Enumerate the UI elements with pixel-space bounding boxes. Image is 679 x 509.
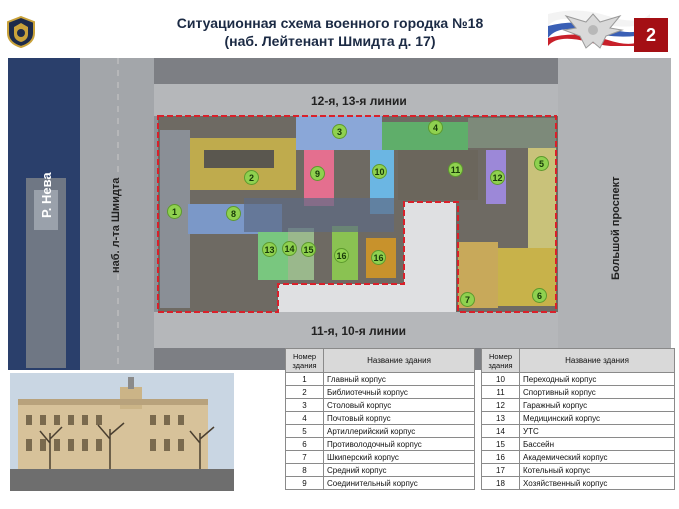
building-number-cell: 10: [481, 372, 520, 386]
building-marker-12[interactable]: 12: [490, 170, 505, 185]
navy-emblem-icon: [7, 16, 35, 48]
embankment-label: наб. л-та Шмидта: [110, 177, 122, 273]
table-row: 2 Библиотечный корпус: [285, 385, 475, 399]
header-building-number: Номер здания: [285, 348, 324, 373]
building-number-cell: 14: [481, 424, 520, 438]
building-marker-6[interactable]: 6: [532, 288, 547, 303]
header-building-name: Название здания: [323, 348, 475, 373]
building-number-cell: 3: [285, 398, 324, 412]
building-name-cell: Спортивный корпус: [519, 385, 675, 399]
building-name-cell: Переходный корпус: [519, 372, 675, 386]
table-row: 13 Медицинский корпус: [481, 411, 675, 425]
north-block: [154, 58, 558, 84]
building-number-cell: 9: [285, 476, 324, 490]
building-number-cell: 7: [285, 450, 324, 464]
building-name-cell: Средний корпус: [323, 463, 475, 477]
building-marker-1[interactable]: 1: [167, 204, 182, 219]
table-row: 15 Бассейн: [481, 437, 675, 451]
river-label: Р. Нева: [39, 172, 54, 218]
table-row: 7 Шкиперский корпус: [285, 450, 475, 464]
building-marker-3[interactable]: 3: [332, 124, 347, 139]
page-title: Ситуационная схема военного городка №18 …: [150, 14, 510, 50]
building-marker-13[interactable]: 13: [262, 242, 277, 257]
building-name-cell: Главный корпус: [323, 372, 475, 386]
table-row: 1 Главный корпус: [285, 372, 475, 386]
buildings-table-left: Номер здания Название здания 1 Главный ко…: [285, 348, 475, 490]
table-row: 5 Артиллерийский корпус: [285, 424, 475, 438]
building-name-cell: Почтовый корпус: [323, 411, 475, 425]
table-row: 16 Академический корпус: [481, 450, 675, 464]
building-name-cell: Столовый корпус: [323, 398, 475, 412]
buildings-table-right: Номер здания Название здания 10 Переходны…: [481, 348, 675, 490]
building-name-cell: Библиотечный корпус: [323, 385, 475, 399]
building-name-cell: Медицинский корпус: [519, 411, 675, 425]
table-row: 12 Гаражный корпус: [481, 398, 675, 412]
building-marker-16b[interactable]: 16: [371, 250, 386, 265]
building-marker-8[interactable]: 8: [226, 206, 241, 221]
eagle-emblem-icon: [562, 13, 624, 49]
building-number-cell: 12: [481, 398, 520, 412]
connector-roofs: [244, 198, 394, 232]
building-marker-10[interactable]: 10: [372, 164, 387, 179]
building-marker-15[interactable]: 15: [301, 242, 316, 257]
table-row: 18 Хозяйственный корпус: [481, 476, 675, 490]
building-marker-16a[interactable]: 16: [334, 248, 349, 263]
title-line-1: Ситуационная схема военного городка №18: [176, 15, 484, 31]
building-name-cell: Артиллерийский корпус: [323, 424, 475, 438]
building-number-cell: 18: [481, 476, 520, 490]
slide-header: Ситуационная схема военного городка №18 …: [0, 0, 679, 56]
header-building-name: Название здания: [519, 348, 675, 373]
building-marker-4[interactable]: 4: [428, 120, 443, 135]
building-name-cell: УТС: [519, 424, 675, 438]
prospect-label: Большой проспект: [610, 176, 622, 280]
building-number-cell: 2: [285, 385, 324, 399]
building-6: [498, 248, 556, 306]
building-4: [382, 122, 468, 150]
building-number-cell: 6: [285, 437, 324, 451]
situation-map: 12-я, 13-я линии 11-я, 10-я линии Р. Нев…: [8, 58, 671, 370]
table-row: 4 Почтовый корпус: [285, 411, 475, 425]
building-name-cell: Гаражный корпус: [519, 398, 675, 412]
table-row: 6 Противолодочный корпус: [285, 437, 475, 451]
building-marker-5[interactable]: 5: [534, 156, 549, 171]
building-photo: [10, 373, 234, 491]
building-marker-9[interactable]: 9: [310, 166, 325, 181]
building-marker-2[interactable]: 2: [244, 170, 259, 185]
page-number-badge: 2: [634, 18, 668, 52]
building-number-cell: 1: [285, 372, 324, 386]
building-number-cell: 8: [285, 463, 324, 477]
building-number-cell: 4: [285, 411, 324, 425]
building-marker-11[interactable]: 11: [448, 162, 463, 177]
building-name-cell: Академический корпус: [519, 450, 675, 464]
building-number-cell: 17: [481, 463, 520, 477]
header-building-number: Номер здания: [481, 348, 520, 373]
building-number-cell: 13: [481, 411, 520, 425]
building-number-cell: 16: [481, 450, 520, 464]
building-number-cell: 15: [481, 437, 520, 451]
building-4-east: [468, 118, 556, 148]
table-row: 8 Средний корпус: [285, 463, 475, 477]
table-row: 14 УТС: [481, 424, 675, 438]
building-number-cell: 5: [285, 424, 324, 438]
building-name-cell: Хозяйственный корпус: [519, 476, 675, 490]
building-name-cell: Соединительный корпус: [323, 476, 475, 490]
building-marker-7[interactable]: 7: [460, 292, 475, 307]
table-row: 3 Столовый корпус: [285, 398, 475, 412]
building-name-cell: Противолодочный корпус: [323, 437, 475, 451]
courtyard-2: [204, 150, 274, 168]
title-line-2: (наб. Лейтенант Шмидта д. 17): [224, 33, 436, 49]
table-row: 10 Переходный корпус: [481, 372, 675, 386]
building-number-cell: 11: [481, 385, 520, 399]
building-11: [398, 150, 478, 200]
table-row: 17 Котельный корпус: [481, 463, 675, 477]
street-label-top: 12-я, 13-я линии: [311, 94, 407, 108]
table-row: 9 Соединительный корпус: [285, 476, 475, 490]
building-name-cell: Котельный корпус: [519, 463, 675, 477]
table-row: 11 Спортивный корпус: [481, 385, 675, 399]
building-marker-14[interactable]: 14: [282, 241, 297, 256]
building-1: [160, 130, 190, 308]
street-label-bottom: 11-я, 10-я линии: [311, 324, 407, 338]
building-name-cell: Шкиперский корпус: [323, 450, 475, 464]
building-name-cell: Бассейн: [519, 437, 675, 451]
